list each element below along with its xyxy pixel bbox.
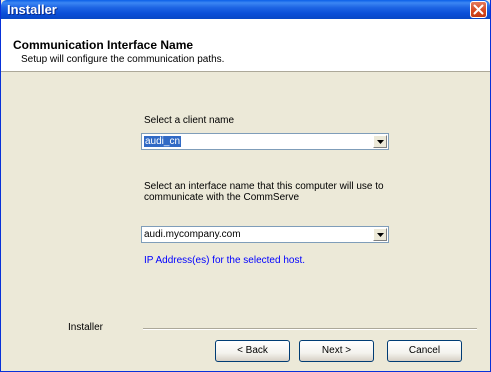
window-title: Installer <box>7 2 57 17</box>
close-icon <box>473 4 484 15</box>
interface-label-line2: communicate with the CommServe <box>144 192 300 203</box>
title-bar[interactable]: Installer <box>1 0 490 19</box>
close-button[interactable] <box>470 1 487 18</box>
interface-label-line1: Select an interface name that this compu… <box>144 181 384 192</box>
footer-divider <box>143 328 477 330</box>
client-dropdown-arrow[interactable] <box>373 135 387 148</box>
wizard-header: Communication Interface Name Setup will … <box>1 19 490 72</box>
client-name-label: Select a client name <box>144 115 235 126</box>
chevron-down-icon <box>376 232 384 237</box>
interface-name-dropdown[interactable]: audi.mycompany.com <box>141 226 389 243</box>
installer-window: Installer Communication Interface Name S… <box>0 0 491 372</box>
ip-address-text: IP Address(es) for the selected host. <box>144 255 306 266</box>
cancel-button[interactable]: Cancel <box>387 340 462 362</box>
chevron-down-icon <box>376 139 384 144</box>
page-title: Communication Interface Name <box>13 38 194 52</box>
page-subtitle: Setup will configure the communication p… <box>21 54 225 65</box>
interface-dropdown-arrow[interactable] <box>373 228 387 241</box>
interface-name-value: audi.mycompany.com <box>144 229 241 240</box>
next-button[interactable]: Next > <box>299 340 374 362</box>
client-name-value: audi_cn <box>144 136 182 147</box>
footer-installer-label: Installer <box>68 322 104 333</box>
back-button[interactable]: < Back <box>215 340 290 362</box>
client-name-dropdown[interactable]: audi_cn <box>141 133 389 150</box>
